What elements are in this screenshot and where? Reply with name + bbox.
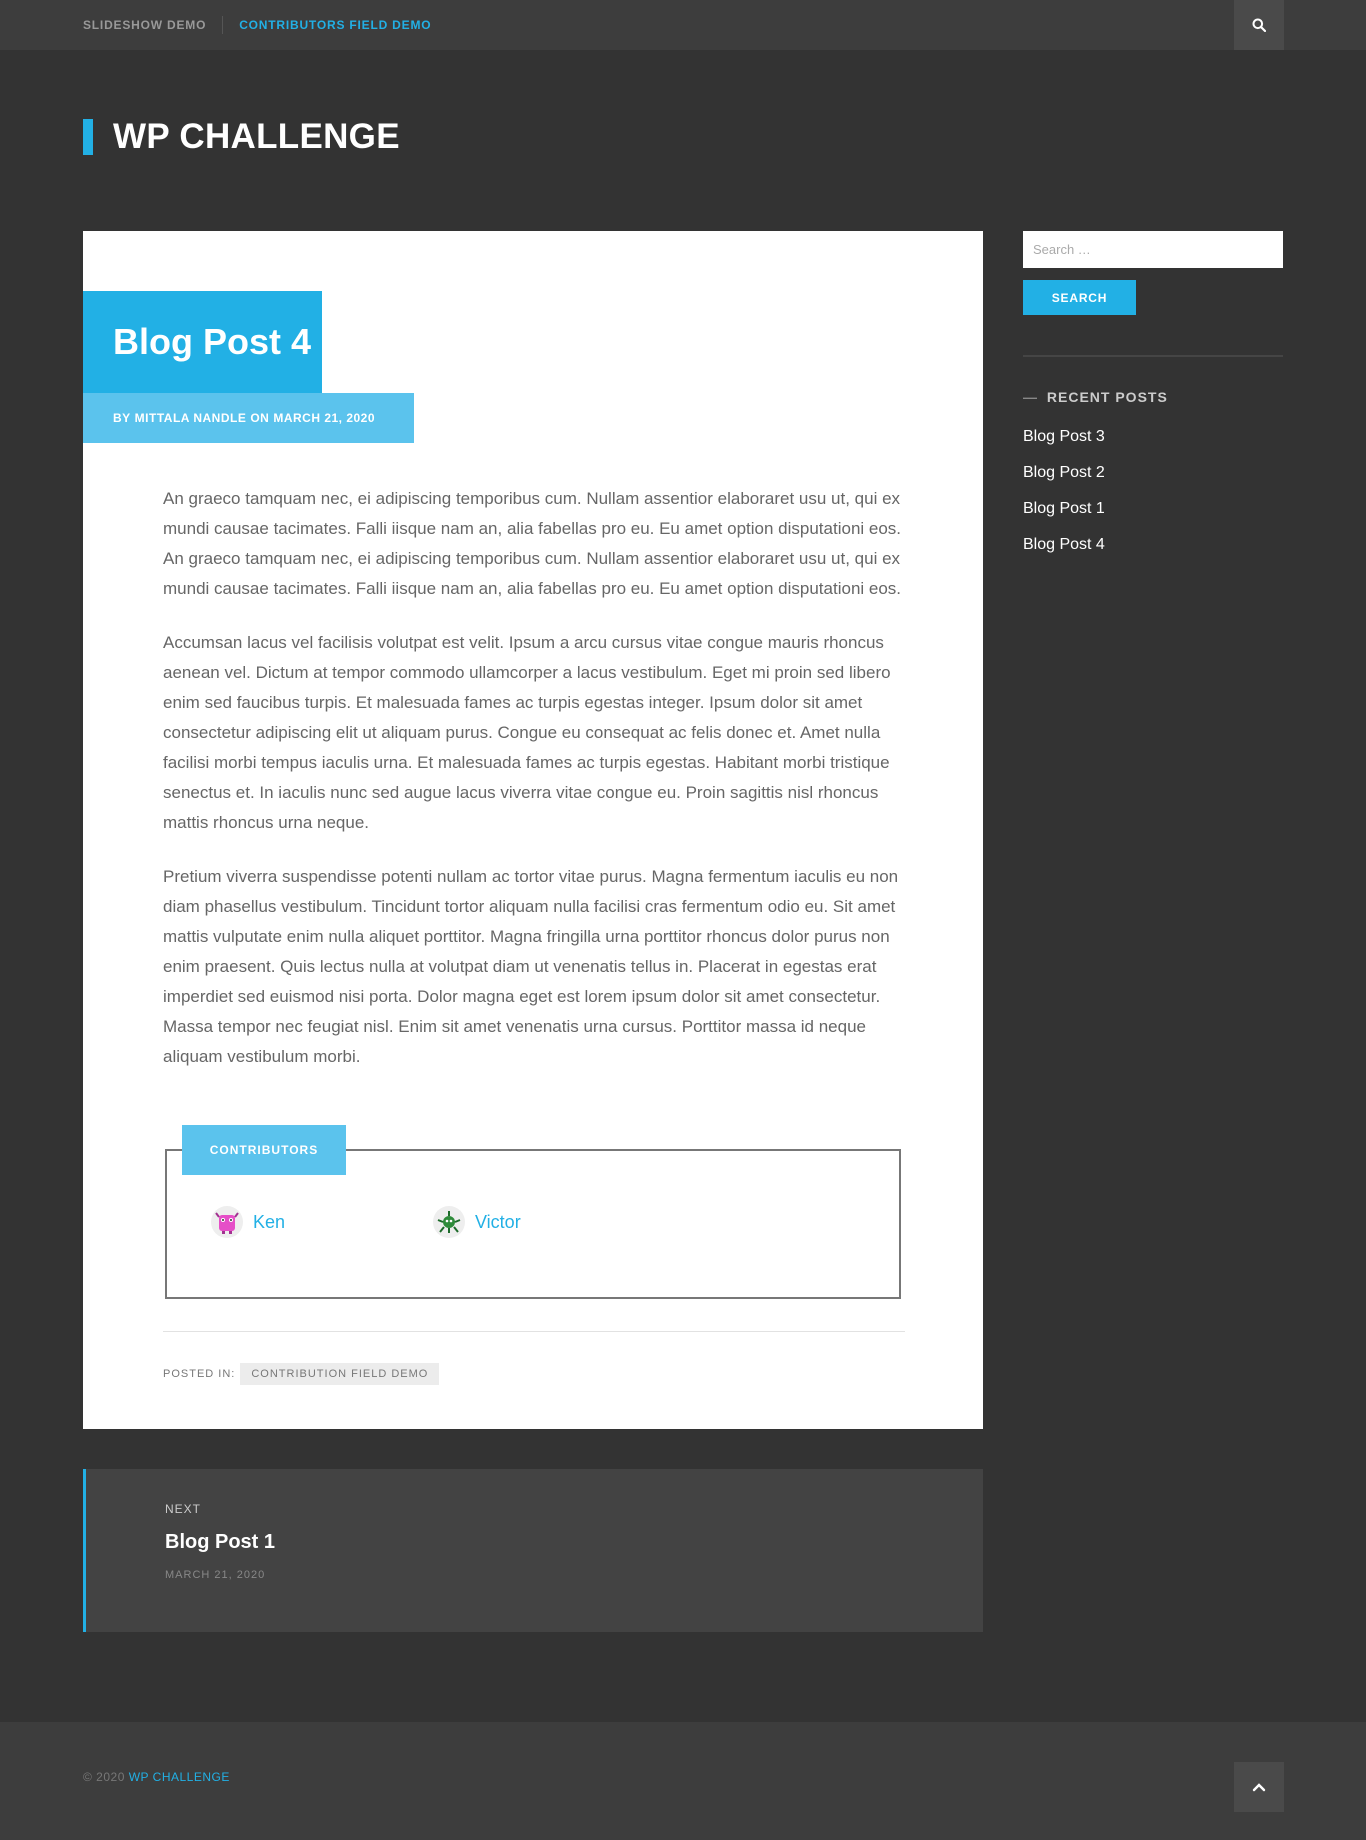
title-accent-bar — [83, 119, 93, 155]
recent-posts-list: Blog Post 3 Blog Post 2 Blog Post 1 Blog… — [1023, 425, 1283, 569]
post-title: Blog Post 4 — [113, 321, 312, 362]
menu-separator — [222, 16, 224, 34]
list-item: Blog Post 4 — [1023, 533, 1283, 569]
list-item: Blog Post 1 — [1023, 497, 1283, 533]
recent-posts-heading: RECENT POSTS — [1046, 389, 1168, 405]
chevron-up-icon — [1252, 1783, 1266, 1792]
post-article: Blog Post 4 BY MITTALA NANDLE ON MARCH 2… — [83, 231, 983, 1429]
search-button[interactable]: SEARCH — [1023, 280, 1136, 315]
post-content: An graeco tamquam nec, ei adipiscing tem… — [163, 484, 905, 1096]
post-footer-divider — [163, 1331, 905, 1332]
nav-item-slideshow-demo[interactable]: SLIDESHOW DEMO — [83, 18, 206, 32]
posted-in-label: POSTED IN: — [163, 1368, 236, 1380]
contributor-item[interactable]: Ken — [211, 1206, 285, 1238]
contributor-link-victor[interactable]: Victor — [475, 1212, 521, 1233]
site-title[interactable]: WP CHALLENGE — [113, 117, 400, 157]
top-navigation: SLIDESHOW DEMO CONTRIBUTORS FIELD DEMO — [0, 0, 1366, 50]
search-icon — [1252, 18, 1266, 32]
post-meta-on: ON — [250, 411, 270, 425]
sidebar-divider — [1023, 355, 1283, 357]
site-header: WP CHALLENGE — [83, 117, 400, 157]
list-item: Blog Post 2 — [1023, 461, 1283, 497]
site-footer: © 2020 WP CHALLENGE — [0, 1722, 1366, 1840]
footer-site-link[interactable]: WP CHALLENGE — [129, 1770, 230, 1784]
green-monster-avatar-icon — [433, 1206, 465, 1238]
sidebar: SEARCH — RECENT POSTS Blog Post 3 Blog P… — [1023, 231, 1283, 569]
next-post-date: MARCH 21, 2020 — [165, 1569, 266, 1581]
search-input[interactable] — [1023, 231, 1283, 268]
post-meta: BY MITTALA NANDLE ON MARCH 21, 2020 — [83, 393, 414, 443]
back-to-top-button[interactable] — [1234, 1762, 1284, 1812]
post-date[interactable]: MARCH 21, 2020 — [273, 411, 375, 425]
recent-post-link[interactable]: Blog Post 3 — [1023, 428, 1105, 445]
recent-post-link[interactable]: Blog Post 4 — [1023, 536, 1105, 553]
contributor-item[interactable]: Victor — [433, 1206, 521, 1238]
search-toggle-button[interactable] — [1234, 0, 1284, 50]
list-item: Blog Post 3 — [1023, 425, 1283, 461]
post-paragraph: Pretium viverra suspendisse potenti null… — [163, 867, 899, 1066]
post-paragraph: An graeco tamquam nec, ei adipiscing tem… — [163, 489, 902, 598]
post-paragraph: Accumsan lacus vel facilisis volutpat es… — [163, 633, 891, 832]
copyright-text: © 2020 — [83, 1770, 125, 1784]
post-categories: POSTED IN: CONTRIBUTION FIELD DEMO — [163, 1363, 440, 1385]
nav-item-contributors-field-demo[interactable]: CONTRIBUTORS FIELD DEMO — [239, 18, 431, 32]
recent-post-link[interactable]: Blog Post 2 — [1023, 464, 1105, 481]
primary-menu: SLIDESHOW DEMO CONTRIBUTORS FIELD DEMO — [83, 0, 431, 50]
post-navigation[interactable]: NEXT Blog Post 1 MARCH 21, 2020 — [83, 1469, 983, 1632]
contributors-box: CONTRIBUTORS Ken Victor — [165, 1125, 901, 1299]
post-title-box: Blog Post 4 — [83, 291, 322, 393]
post-nav-kicker: NEXT — [165, 1502, 202, 1516]
post-meta-by: BY — [113, 411, 131, 425]
pink-monster-avatar-icon — [211, 1206, 243, 1238]
recent-posts-title: — RECENT POSTS — [1023, 389, 1283, 405]
footer-copyright: © 2020 WP CHALLENGE — [83, 1770, 230, 1784]
widget-title-dash: — — [1023, 389, 1038, 405]
contributors-label: CONTRIBUTORS — [182, 1125, 346, 1175]
post-author-link[interactable]: MITTALA NANDLE — [135, 411, 247, 425]
contributor-link-ken[interactable]: Ken — [253, 1212, 285, 1233]
category-tag[interactable]: CONTRIBUTION FIELD DEMO — [240, 1363, 440, 1385]
next-post-link[interactable]: Blog Post 1 — [165, 1531, 275, 1554]
recent-post-link[interactable]: Blog Post 1 — [1023, 500, 1105, 517]
